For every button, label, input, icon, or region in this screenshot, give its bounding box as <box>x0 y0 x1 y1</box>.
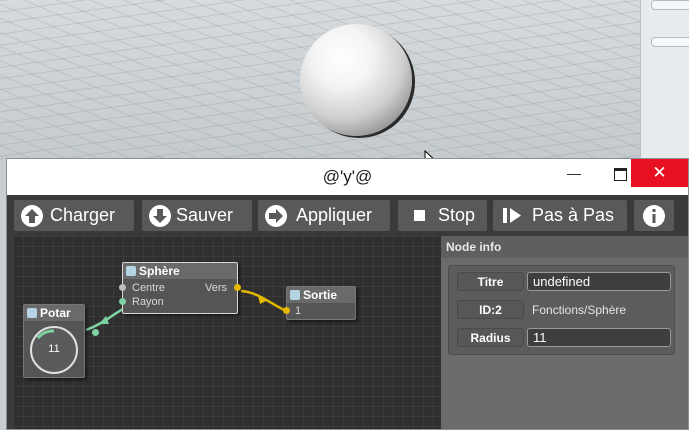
arrow-down-icon <box>149 205 171 227</box>
node-title: Potar <box>24 305 84 321</box>
node-title-text: Sphère <box>139 264 180 278</box>
maximize-icon <box>613 167 627 181</box>
input-label: Rayon <box>132 296 164 308</box>
node-sortie[interactable]: Sortie 1 <box>283 286 356 320</box>
sphere-render <box>300 24 412 136</box>
side-slider[interactable] <box>651 0 689 10</box>
apply-button[interactable]: Appliquer <box>258 200 390 231</box>
output-port[interactable] <box>92 329 99 336</box>
step-button[interactable]: Pas à Pas <box>493 200 627 231</box>
3d-viewport[interactable] <box>0 0 689 160</box>
app-window: @'y'@ — ✕ Charger Sauver Appliquer Stop <box>6 158 689 430</box>
radius-key: Radius <box>457 328 524 347</box>
title-field[interactable]: undefined <box>527 272 671 291</box>
apply-label: Appliquer <box>296 205 373 225</box>
step-label: Pas à Pas <box>532 205 615 225</box>
side-slider[interactable] <box>651 37 689 47</box>
node-sphere[interactable]: Sphère Centre Rayon Vers <box>119 262 241 314</box>
toolbar: Charger Sauver Appliquer Stop Pas à Pas <box>7 195 688 236</box>
title-key: Titre <box>457 272 524 291</box>
input-label: 1 <box>295 305 302 317</box>
save-button[interactable]: Sauver <box>142 200 252 231</box>
node-info-panel: Node info Titre undefined ID:2 Fonctions… <box>441 236 688 429</box>
stop-icon <box>414 210 425 221</box>
step-forward-icon <box>503 208 521 223</box>
save-label: Sauver <box>176 205 234 225</box>
link-arrow-icon <box>99 316 109 324</box>
load-button[interactable]: Charger <box>14 200 134 231</box>
node-title-text: Potar <box>40 306 71 320</box>
node-square-icon <box>290 290 300 300</box>
node-square-icon <box>27 308 37 318</box>
dial-value: 11 <box>48 343 60 355</box>
node-title-text: Sortie <box>303 288 338 302</box>
node-title: Sortie <box>287 287 355 303</box>
close-button[interactable]: ✕ <box>631 159 688 187</box>
input-port[interactable] <box>119 298 126 305</box>
info-button[interactable] <box>634 200 674 231</box>
output-label: Vers <box>204 282 227 294</box>
arrow-right-icon <box>265 205 287 227</box>
radius-field[interactable]: 11 <box>527 328 671 347</box>
node-square-icon <box>126 266 136 276</box>
node-graph-canvas[interactable]: Potar 11 Sphère Centre Rayon Vers Sortie… <box>13 236 441 429</box>
minimize-button[interactable]: — <box>551 159 597 187</box>
input-port[interactable] <box>283 307 290 314</box>
info-fields: Titre undefined ID:2 Fonctions/Sphère Ra… <box>448 265 675 355</box>
panel-header: Node info <box>441 236 688 258</box>
side-panel <box>640 0 689 160</box>
id-value: Fonctions/Sphère <box>532 303 627 317</box>
load-label: Charger <box>50 205 116 225</box>
output-port[interactable] <box>234 284 241 291</box>
stop-label: Stop <box>438 205 476 225</box>
node-potar[interactable]: Potar 11 <box>23 304 99 378</box>
input-port[interactable] <box>119 284 126 291</box>
id-key: ID:2 <box>457 300 524 319</box>
input-label: Centre <box>132 282 166 294</box>
info-icon <box>643 205 665 227</box>
stop-button[interactable]: Stop <box>398 200 487 231</box>
node-title: Sphère <box>123 263 237 279</box>
arrow-up-icon <box>21 205 43 227</box>
title-bar: @'y'@ — ✕ <box>7 159 688 195</box>
